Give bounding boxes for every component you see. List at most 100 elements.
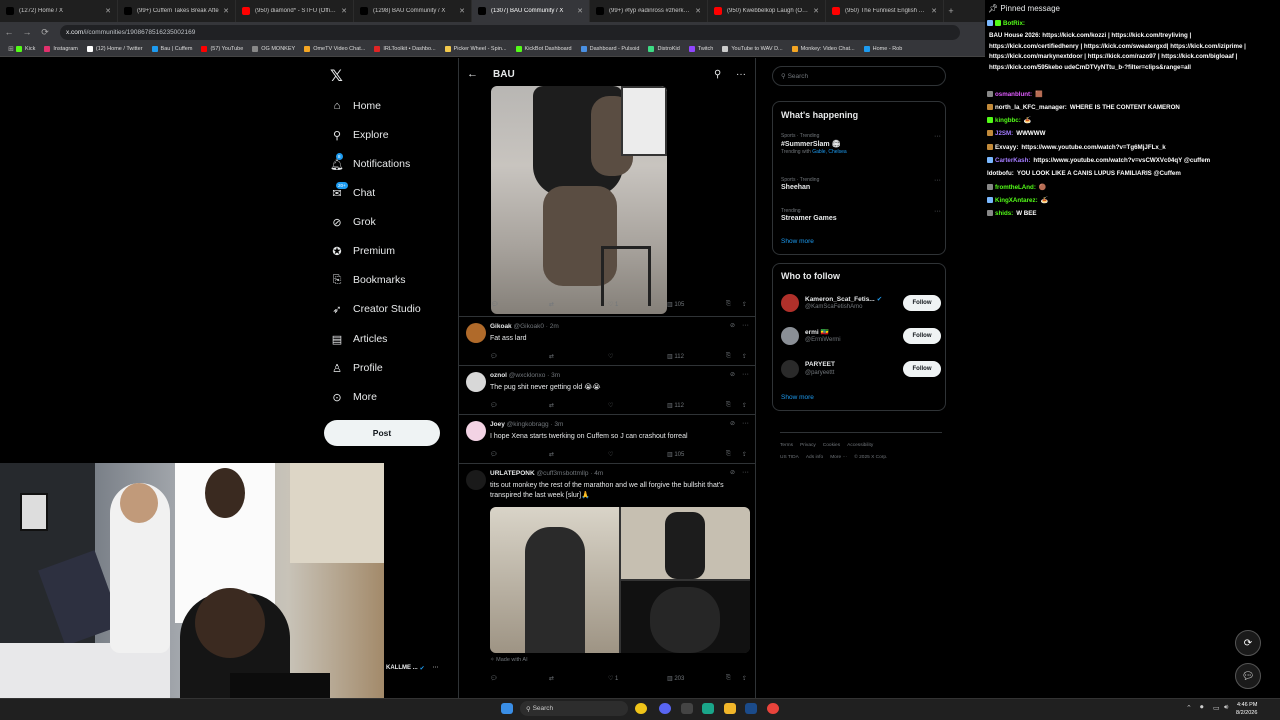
post-button[interactable]: Post	[324, 420, 440, 446]
back-arrow-icon[interactable]: ←	[467, 68, 478, 80]
x-logo-icon[interactable]: 𝕏	[330, 66, 343, 86]
like-button[interactable]: ♡	[608, 353, 613, 360]
chat-username[interactable]: kingbbc:	[995, 117, 1021, 124]
browser-tab[interactable]: (1307) BAU Community / X ✕	[472, 0, 590, 22]
browser-tab[interactable]: (950) The Funniest English Bull ✕	[826, 0, 944, 22]
file-explorer-icon[interactable]	[724, 703, 736, 714]
author-name[interactable]: URLATEPONK	[490, 470, 535, 477]
bookmark-icon[interactable]: ⎘	[726, 301, 731, 308]
chat-username[interactable]: CarterKash:	[995, 157, 1030, 164]
new-tab-button[interactable]: +	[944, 0, 958, 22]
tray-chevron-icon[interactable]: ⌃	[1186, 704, 1192, 712]
nav-item-profile[interactable]: ♙ Profile	[330, 361, 383, 375]
repost-icon[interactable]: ⇄	[549, 451, 554, 458]
steam-icon[interactable]	[745, 703, 757, 714]
share-icon[interactable]: ⇪	[742, 402, 747, 409]
reply-icon[interactable]: 💬︎	[491, 301, 499, 308]
close-icon[interactable]: ✕	[695, 7, 701, 15]
apps-grid-icon[interactable]: ⊞	[6, 45, 16, 53]
microphone-icon[interactable]: ⏺	[1200, 704, 1204, 712]
more-options-icon[interactable]: ···	[742, 371, 749, 378]
nav-item-articles[interactable]: ▤ Articles	[330, 332, 388, 346]
bookmark-icon[interactable]: ⎘	[726, 353, 731, 360]
tweet[interactable]: Gikoak @Gikoak0 · 2m ⊘ ··· Fat ass lard …	[459, 316, 755, 365]
follow-button[interactable]: Follow	[903, 361, 941, 377]
discord-icon[interactable]	[659, 703, 671, 714]
avatar[interactable]	[466, 470, 486, 490]
bookmark-item[interactable]: Home - Rob	[863, 46, 902, 52]
repost-icon[interactable]: ⇄	[549, 675, 554, 682]
bookmark-item[interactable]: Monkey: Video Chat...	[791, 46, 855, 52]
close-icon[interactable]: ✕	[459, 7, 465, 15]
bookmark-icon[interactable]: ⎘	[726, 402, 731, 409]
bookmark-item[interactable]: (12) Home / Twitter	[86, 46, 143, 52]
more-options-icon[interactable]: ···	[934, 177, 941, 184]
share-icon[interactable]: ⇪	[742, 353, 747, 360]
views-button[interactable]: ▥ 112	[667, 353, 684, 360]
url-field[interactable]: x.com/i/communities/1908678516235002169	[60, 24, 960, 40]
nav-item-more[interactable]: ⊙ More	[330, 390, 377, 404]
follow-suggestion[interactable]: PARYEET @paryeettt Follow	[781, 360, 941, 382]
avatar[interactable]	[466, 323, 486, 343]
nav-item-bookmarks[interactable]: ⎘ Bookmarks	[330, 273, 406, 287]
windows-start-icon[interactable]	[501, 703, 513, 714]
share-icon[interactable]: ⇪	[742, 675, 747, 682]
footer-link[interactable]: US TIDA	[780, 455, 799, 460]
bookmark-item[interactable]: IRLToolkit • Dashbo...	[374, 46, 436, 52]
like-button[interactable]: ♡	[608, 402, 613, 409]
repost-icon[interactable]: ⇄	[549, 353, 554, 360]
bookmark-item[interactable]: Kick	[16, 46, 35, 52]
views-button[interactable]: ▥ 112	[667, 402, 684, 409]
bookmark-item[interactable]: OmeTV Video Chat...	[304, 46, 365, 52]
bookmark-item[interactable]: OG MONKEY	[252, 46, 295, 52]
trend-item[interactable]: Sports · Trending Sheehan ···	[781, 177, 941, 191]
close-icon[interactable]: ✕	[577, 7, 583, 15]
avatar[interactable]	[781, 327, 799, 345]
bookmark-item[interactable]: KickBot Dashboard	[515, 46, 572, 52]
author-name[interactable]: Joey	[490, 421, 505, 428]
bookmark-item[interactable]: DistroKid	[648, 46, 680, 52]
nav-item-explore[interactable]: ⚲ Explore	[330, 128, 389, 142]
follow-suggestion[interactable]: Kameron_Scat_Fetis... ✔ @KamScaFetishAmo Fo…	[781, 294, 941, 316]
post-media-grid[interactable]	[490, 507, 750, 653]
network-icon[interactable]: ▭	[1213, 704, 1220, 712]
bookmark-item[interactable]: YouTube to WAV D...	[722, 46, 783, 52]
views-button[interactable]: ▥ 203	[667, 675, 684, 682]
close-icon[interactable]: ✕	[813, 7, 819, 15]
taskbar-clock[interactable]: 4:46 PM 8/2/2026	[1236, 701, 1257, 717]
chrome-icon[interactable]	[635, 703, 647, 714]
trend-item[interactable]: Sports · Trending #SummerSlam 🏟 Trending w…	[781, 133, 941, 155]
bookmark-icon[interactable]: ⎘	[726, 675, 731, 682]
chat-username[interactable]: KingXAntarez:	[995, 197, 1038, 204]
avatar[interactable]	[466, 372, 486, 392]
close-icon[interactable]: ✕	[931, 7, 937, 15]
bookmark-item[interactable]: Dashboard - Pulsoid	[580, 46, 639, 52]
browser-tab[interactable]: (950) diamond* - STFU (Official ✕	[236, 0, 354, 22]
like-button[interactable]: ♡	[608, 451, 613, 458]
chat-username[interactable]: Idotbofu:	[987, 170, 1014, 177]
more-options-icon[interactable]: ···	[934, 208, 941, 215]
browser-tab[interactable]: (950) Kwebbelkop Laugh (Origi ✕	[708, 0, 826, 22]
avatar[interactable]	[466, 421, 486, 441]
close-icon[interactable]: ✕	[341, 7, 347, 15]
like-button[interactable]: ♡ 1	[608, 675, 618, 682]
footer-link[interactable]: Terms	[780, 443, 793, 448]
author-name[interactable]: oznol	[490, 372, 507, 379]
repost-icon[interactable]: ⇄	[549, 301, 554, 308]
grok-icon[interactable]: ⊘	[730, 420, 735, 427]
nav-item-premium[interactable]: ✪ Premium	[330, 244, 395, 258]
bookmark-item[interactable]: Bau | Cuffem	[151, 46, 192, 52]
app-icon[interactable]	[681, 703, 693, 714]
nav-item-chat[interactable]: ✉ 20+ Chat	[330, 182, 375, 200]
chat-bubble-icon[interactable]: 💬︎	[1235, 663, 1261, 689]
volume-icon[interactable]: 🔊︎	[1224, 704, 1228, 712]
browser-tab[interactable]: (1272) Home / X ✕	[0, 0, 118, 22]
more-options-icon[interactable]: ···	[934, 133, 941, 140]
bookmark-item[interactable]: Picker Wheel - Spin...	[444, 46, 507, 52]
grok-icon[interactable]: ⊘	[730, 322, 735, 329]
tweet[interactable]: Joey @kingkobragg · 3m ⊘ ··· I hope Xena…	[459, 414, 755, 463]
avatar[interactable]	[781, 360, 799, 378]
close-icon[interactable]: ✕	[223, 7, 229, 15]
footer-link[interactable]: Cookies	[823, 443, 840, 448]
trend-item[interactable]: Trending Streamer Games ···	[781, 208, 941, 222]
